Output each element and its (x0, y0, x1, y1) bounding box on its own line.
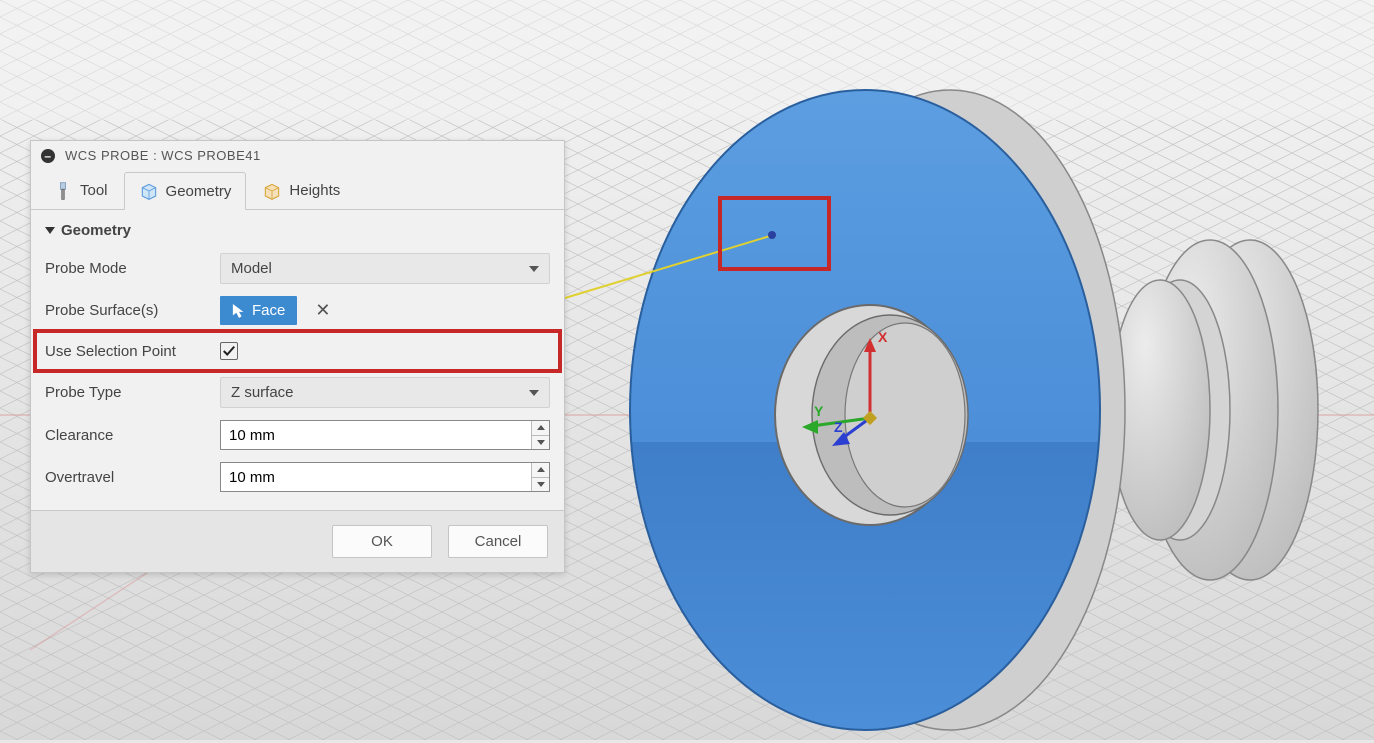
spinner-down-button[interactable] (532, 478, 549, 492)
row-clearance: Clearance (43, 414, 552, 456)
probe-mode-dropdown[interactable]: Model (220, 253, 550, 284)
row-probe-type: Probe Type Z surface (43, 371, 552, 414)
probe-mode-label: Probe Mode (45, 260, 220, 277)
clear-selection-button[interactable]: ✕ (315, 300, 330, 321)
probe-type-label: Probe Type (45, 384, 220, 401)
row-use-selection-point: Use Selection Point (35, 331, 560, 371)
tab-heights[interactable]: Heights (248, 172, 354, 209)
chevron-down-icon (45, 227, 55, 234)
probe-mode-value: Model (231, 260, 272, 277)
row-probe-surfaces: Probe Surface(s) Face ✕ (43, 290, 552, 331)
face-selection-chip[interactable]: Face (220, 296, 297, 325)
dialog-footer: OK Cancel (31, 510, 564, 572)
arrow-down-icon (537, 482, 545, 487)
spinner-up-button[interactable] (532, 463, 549, 478)
overtravel-input-wrap (220, 462, 550, 492)
section-title: Geometry (61, 222, 131, 239)
use-selection-point-label: Use Selection Point (45, 343, 220, 360)
arrow-down-icon (537, 440, 545, 445)
svg-text:X: X (878, 329, 888, 345)
tab-bar: Tool Geometry Heights (31, 170, 564, 210)
wcs-probe-panel: – WCS PROBE : WCS PROBE41 Tool Geometry … (30, 140, 565, 573)
clearance-input[interactable] (221, 421, 531, 449)
probe-type-value: Z surface (231, 384, 294, 401)
panel-title: WCS PROBE : WCS PROBE41 (65, 148, 261, 163)
clearance-label: Clearance (45, 427, 220, 444)
chip-label: Face (252, 302, 285, 319)
use-selection-point-checkbox[interactable] (220, 342, 238, 360)
checkmark-icon (222, 344, 236, 358)
svg-text:Z: Z (834, 419, 843, 435)
tab-label: Heights (289, 182, 340, 199)
probe-surfaces-label: Probe Surface(s) (45, 302, 220, 319)
tab-label: Tool (80, 182, 108, 199)
tool-icon (53, 181, 73, 201)
tab-label: Geometry (166, 183, 232, 200)
clearance-input-wrap (220, 420, 550, 450)
caret-down-icon (529, 390, 539, 396)
probe-type-dropdown[interactable]: Z surface (220, 377, 550, 408)
section-header-geometry[interactable]: Geometry (43, 214, 552, 247)
row-probe-mode: Probe Mode Model (43, 247, 552, 290)
spinner-up-button[interactable] (532, 421, 549, 436)
tab-tool[interactable]: Tool (39, 172, 122, 209)
arrow-up-icon (537, 425, 545, 430)
tab-geometry[interactable]: Geometry (124, 172, 247, 210)
cancel-button[interactable]: Cancel (448, 525, 548, 558)
row-overtravel: Overtravel (43, 456, 552, 498)
panel-titlebar[interactable]: – WCS PROBE : WCS PROBE41 (31, 141, 564, 170)
geometry-section: Geometry Probe Mode Model Probe Surface(… (31, 210, 564, 510)
svg-text:Y: Y (814, 403, 824, 419)
geometry-icon (139, 181, 159, 201)
caret-down-icon (529, 266, 539, 272)
ok-button[interactable]: OK (332, 525, 432, 558)
overtravel-input[interactable] (221, 463, 531, 491)
spinner-down-button[interactable] (532, 436, 549, 450)
collapse-icon[interactable]: – (41, 149, 55, 163)
heights-icon (262, 181, 282, 201)
cursor-icon (232, 303, 246, 319)
overtravel-label: Overtravel (45, 469, 220, 486)
arrow-up-icon (537, 467, 545, 472)
